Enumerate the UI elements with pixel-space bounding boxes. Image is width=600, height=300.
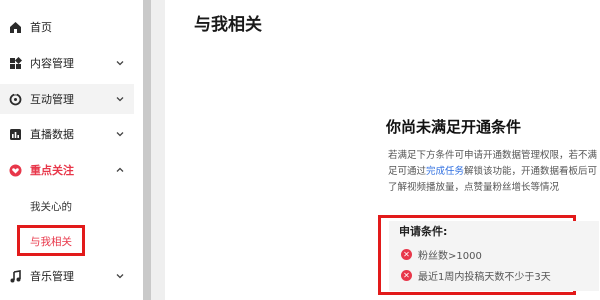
music-icon [9,269,22,283]
condition-text: 最近1周内投稿天数不少于3天 [418,272,551,283]
sidebar-subitem-my-care[interactable]: 我关心的 [30,199,72,214]
card-description: 若满足下方条件可申请开通数据管理权限，若不满足可通过完成任务解锁该功能，开通数据… [388,148,600,196]
sidebar-item-label: 内容管理 [30,57,74,70]
page-title: 与我相关 [194,15,262,35]
chevron-down-icon [114,57,126,69]
sidebar-item-label: 直播数据 [30,128,74,141]
chevron-down-icon [114,128,126,140]
chevron-up-icon [114,164,126,176]
interaction-icon [9,92,22,106]
conditions-title: 申请条件: [399,225,448,238]
sidebar-scrollbar[interactable] [143,0,151,300]
sidebar-item-content[interactable]: 内容管理 [0,48,134,78]
sidebar: 首页 内容管理 互动管理 直播数据 重点关注 我关心的 与我相关 音乐管理 [0,0,134,300]
divider [151,0,165,300]
sidebar-item-label: 互动管理 [30,93,74,106]
home-icon [9,21,22,34]
sidebar-item-focus[interactable]: 重点关注 [0,155,134,185]
sidebar-item-label: 首页 [30,21,52,34]
sidebar-item-live-data[interactable]: 直播数据 [0,119,134,149]
sidebar-item-label: 重点关注 [30,164,74,177]
chevron-down-icon [114,270,126,282]
close-circle-icon: ✕ [401,270,412,281]
complete-task-link[interactable]: 完成任务 [426,166,464,177]
heart-icon [9,164,22,177]
condition-text: 粉丝数>1000 [418,251,482,262]
chart-icon [9,128,22,141]
card-title: 你尚未满足开通条件 [386,118,522,136]
sidebar-item-interaction[interactable]: 互动管理 [0,84,134,114]
sidebar-item-label: 音乐管理 [30,270,74,283]
condition-item: ✕ 最近1周内投稿天数不少于3天 [401,268,551,283]
content-icon [9,56,22,70]
close-circle-icon: ✕ [401,249,412,260]
condition-item: ✕ 粉丝数>1000 [401,247,482,262]
sidebar-item-home[interactable]: 首页 [0,12,134,42]
highlight-box [17,225,85,256]
sidebar-item-music[interactable]: 音乐管理 [0,261,134,291]
chevron-down-icon [114,93,126,105]
